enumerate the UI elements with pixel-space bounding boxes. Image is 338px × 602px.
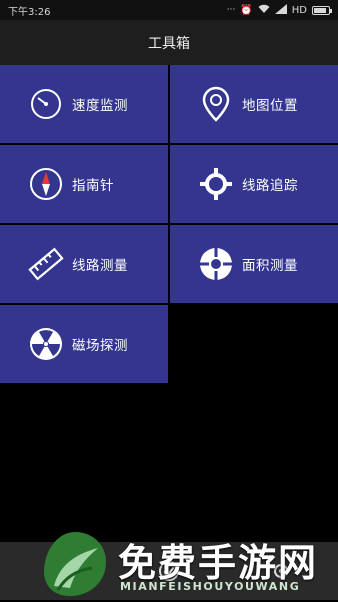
status-time: 下午3:26 (8, 6, 51, 18)
target-icon (198, 246, 234, 282)
compass-icon (28, 166, 64, 202)
speedometer-icon (28, 86, 64, 122)
status-bar: 下午3:26 ··· ⏰ HD (0, 0, 338, 20)
tool-speed-monitor[interactable]: 速度监测 (0, 65, 168, 143)
watermark-subtitle: MIANFEISHOUYOUWANG (120, 580, 301, 593)
tool-compass[interactable]: 指南针 (0, 145, 168, 223)
radiation-icon (28, 326, 64, 362)
signal-icon (274, 3, 287, 17)
tool-route-measure[interactable]: 线路测量 (0, 225, 168, 303)
tool-label: 速度监测 (72, 98, 128, 114)
tool-route-tracking[interactable]: 线路追踪 (170, 145, 338, 223)
alarm-icon: ⏰ (240, 4, 253, 16)
tool-label: 线路追踪 (242, 178, 298, 194)
ruler-icon (28, 246, 64, 282)
tool-label: 面积测量 (242, 258, 298, 274)
watermark-logo-icon (40, 530, 110, 598)
tool-map-location[interactable]: 地图位置 (170, 65, 338, 143)
tool-magnetic-detect[interactable]: 磁场探测 (0, 305, 168, 383)
watermark: 免费手游网 MIANFEISHOUYOUWANG (40, 528, 335, 600)
battery-icon (312, 5, 332, 15)
map-pin-icon (198, 86, 234, 122)
wifi-icon (258, 4, 270, 17)
tool-label: 磁场探测 (72, 338, 128, 354)
tool-label: 指南针 (72, 178, 114, 194)
status-icons: ··· ⏰ HD (226, 3, 332, 17)
tool-label: 地图位置 (242, 98, 298, 114)
page-title-bar: 工具箱 (0, 20, 338, 65)
watermark-title: 免费手游网 (118, 540, 319, 585)
tool-label: 线路测量 (72, 258, 128, 274)
more-icon: ··· (226, 5, 236, 15)
tool-area-measure[interactable]: 面积测量 (170, 225, 338, 303)
network-type: HD (291, 4, 307, 16)
page-title: 工具箱 (148, 35, 190, 52)
crosshair-icon (198, 166, 234, 202)
